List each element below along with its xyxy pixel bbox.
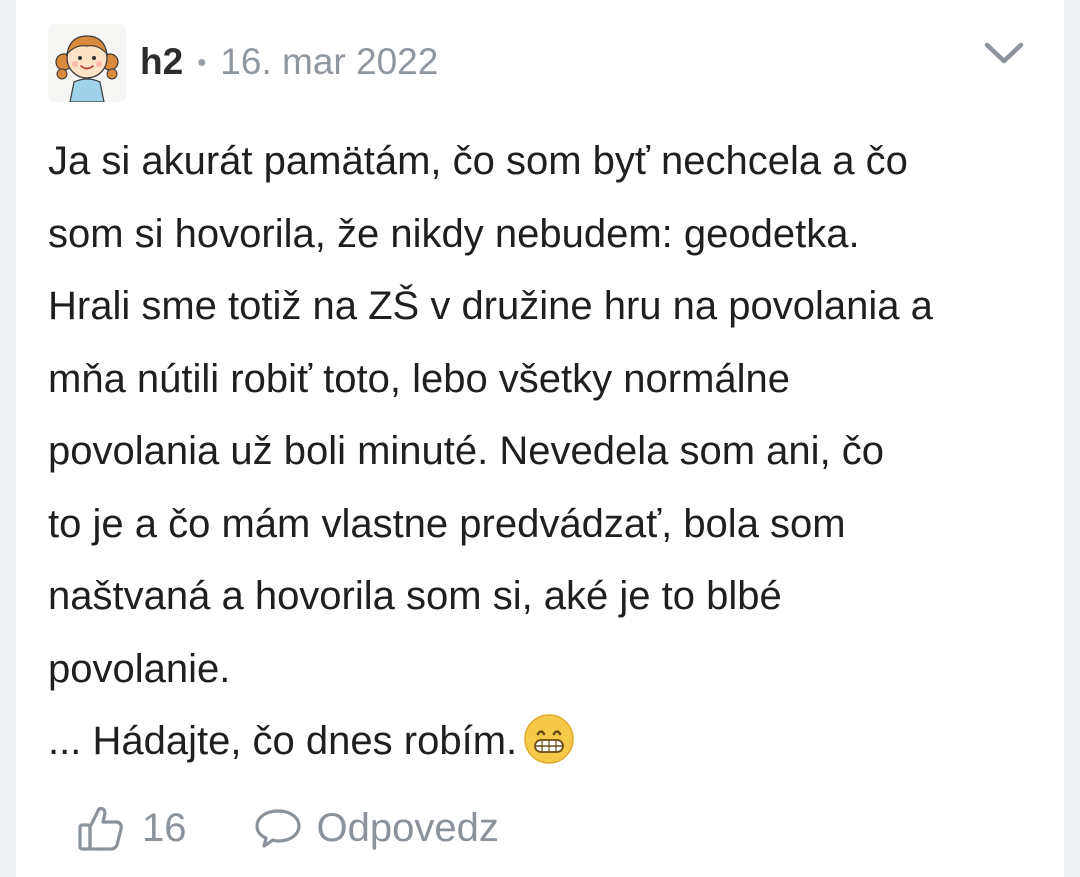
- username[interactable]: h2: [140, 41, 183, 83]
- comment-line: naštvaná a hovorila som si, aké je to bl…: [48, 574, 782, 618]
- comment-line: to je a čo mám vlastne predvádzať, bola …: [48, 501, 846, 546]
- comment-last-line-text: ... Hádajte, čo dnes robím.: [48, 719, 518, 763]
- cartoon-girl-avatar-icon: [48, 24, 126, 102]
- comment-line: Hrali sme totiž na ZŠ v družine hru na p…: [48, 284, 933, 328]
- avatar[interactable]: [48, 24, 126, 102]
- comment-line: som si hovorila, že nikdy nebudem: geode…: [48, 211, 860, 256]
- comment-line: povolanie.: [48, 646, 231, 691]
- comment-actions: 16 Odpovedz: [76, 798, 499, 858]
- collapse-button[interactable]: [982, 36, 1026, 72]
- like-count: 16: [142, 805, 187, 850]
- comment-body: Ja si akurát pamätám, čo som byť nechcel…: [48, 125, 1048, 778]
- comment-meta: h2 • 16. mar 2022: [140, 38, 438, 86]
- comment-date: 16. mar 2022: [220, 41, 439, 82]
- comment-card: h2 • 16. mar 2022 Ja si akurát pamätám, …: [16, 0, 1064, 877]
- meta-separator: •: [197, 46, 207, 77]
- reply-button[interactable]: Odpovedz: [253, 806, 499, 851]
- reply-label: Odpovedz: [316, 805, 499, 850]
- like-button[interactable]: 16: [76, 803, 187, 853]
- comment-line: mňa nútili robiť toto, lebo všetky normá…: [48, 356, 791, 401]
- comment-line: Ja si akurát pamätám, čo som byť nechcel…: [48, 139, 908, 183]
- thumbs-up-icon: [78, 806, 123, 851]
- comment-last-line: ... Hádajte, čo dnes robím.: [48, 705, 1048, 778]
- speech-bubble-icon: [254, 809, 301, 848]
- chevron-down-icon: [984, 42, 1024, 64]
- comment-line: povolania už boli minuté. Nevedela som a…: [48, 429, 885, 473]
- grinning-face-emoji-icon: [524, 714, 574, 765]
